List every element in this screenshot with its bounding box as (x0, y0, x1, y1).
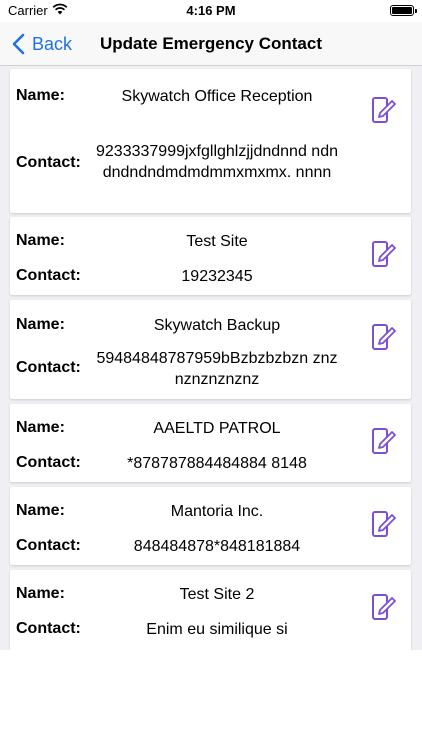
name-label: Name: (16, 87, 65, 104)
name-label: Name: (16, 502, 65, 519)
contact-row: Contact: 848484878*848181884 (10, 525, 360, 563)
contact-label: Contact: (16, 154, 81, 171)
name-label: Name: (16, 419, 65, 436)
navigation-bar: Back Update Emergency Contact (0, 22, 422, 66)
contact-number: 9233337999jxfgllghlzjjdndnnd ndndndndndm… (96, 143, 338, 181)
contact-list[interactable]: Name: Skywatch Office Reception Contact:… (0, 66, 422, 650)
contact-card: Name: Skywatch Office Reception Contact:… (10, 69, 411, 213)
contact-name: AAELTD PATROL (153, 420, 281, 437)
contact-name: Mantoria Inc. (170, 503, 264, 520)
contact-card: Name: AAELTD PATROL Contact: *8787878844… (10, 404, 411, 482)
contact-number: 19232345 (181, 268, 253, 285)
contact-label: Contact: (16, 454, 81, 471)
contact-row: Contact: 59484848787959bBzbzbzbzn znznzn… (10, 348, 360, 394)
contact-label: Contact: (16, 267, 81, 284)
page-title: Update Emergency Contact (100, 34, 322, 53)
name-label: Name: (16, 232, 65, 249)
name-row: Name: Mantoria Inc. (10, 487, 360, 525)
contact-card: Name: Skywatch Backup Contact: 594848487… (10, 300, 411, 399)
battery-icon (390, 5, 417, 16)
status-bar: Carrier 4:16 PM (0, 0, 422, 22)
name-row: Name: Skywatch Backup (10, 300, 360, 340)
contact-card: Name: Test Site Contact: 19232345 (10, 217, 411, 295)
bottom-area (0, 650, 422, 750)
contact-name: Skywatch Backup (153, 317, 281, 334)
edit-icon[interactable] (371, 424, 397, 456)
contact-number: *878787884484884 8148 (127, 455, 307, 472)
contact-card: Name: Mantoria Inc. Contact: 848484878*8… (10, 487, 411, 565)
contact-name: Skywatch Office Reception (121, 88, 313, 105)
edit-icon[interactable] (371, 237, 397, 269)
contact-label: Contact: (16, 620, 81, 637)
contact-number: 59484848787959bBzbzbzbzn znznznznznznz (96, 350, 338, 388)
name-row: Name: AAELTD PATROL (10, 404, 360, 442)
contact-label: Contact: (16, 359, 81, 376)
contact-name: Test Site (186, 233, 248, 250)
contact-card: Name: Test Site 2 Contact: Enim eu simil… (10, 570, 411, 650)
contact-number: Enim eu similique si (146, 621, 288, 638)
edit-icon[interactable] (371, 507, 397, 539)
contact-number: 848484878*848181884 (133, 538, 301, 555)
contact-row: Contact: 19232345 (10, 255, 360, 293)
name-label: Name: (16, 585, 65, 602)
name-row: Name: Test Site 2 (10, 570, 360, 608)
contact-name: Test Site 2 (179, 586, 255, 603)
name-row: Name: Test Site (10, 217, 360, 255)
status-time: 4:16 PM (186, 3, 236, 18)
edit-icon[interactable] (371, 93, 397, 125)
edit-icon[interactable] (371, 590, 397, 622)
contact-row: Contact: *878787884484884 8148 (10, 442, 360, 480)
contact-row: Contact: 9233337999jxfgllghlzjjdndnnd nd… (10, 141, 360, 207)
name-row: Name: Skywatch Office Reception (10, 69, 360, 121)
edit-icon[interactable] (371, 320, 397, 352)
name-label: Name: (16, 316, 65, 333)
contact-row: Contact: Enim eu similique si (10, 608, 360, 646)
contact-label: Contact: (16, 537, 81, 554)
